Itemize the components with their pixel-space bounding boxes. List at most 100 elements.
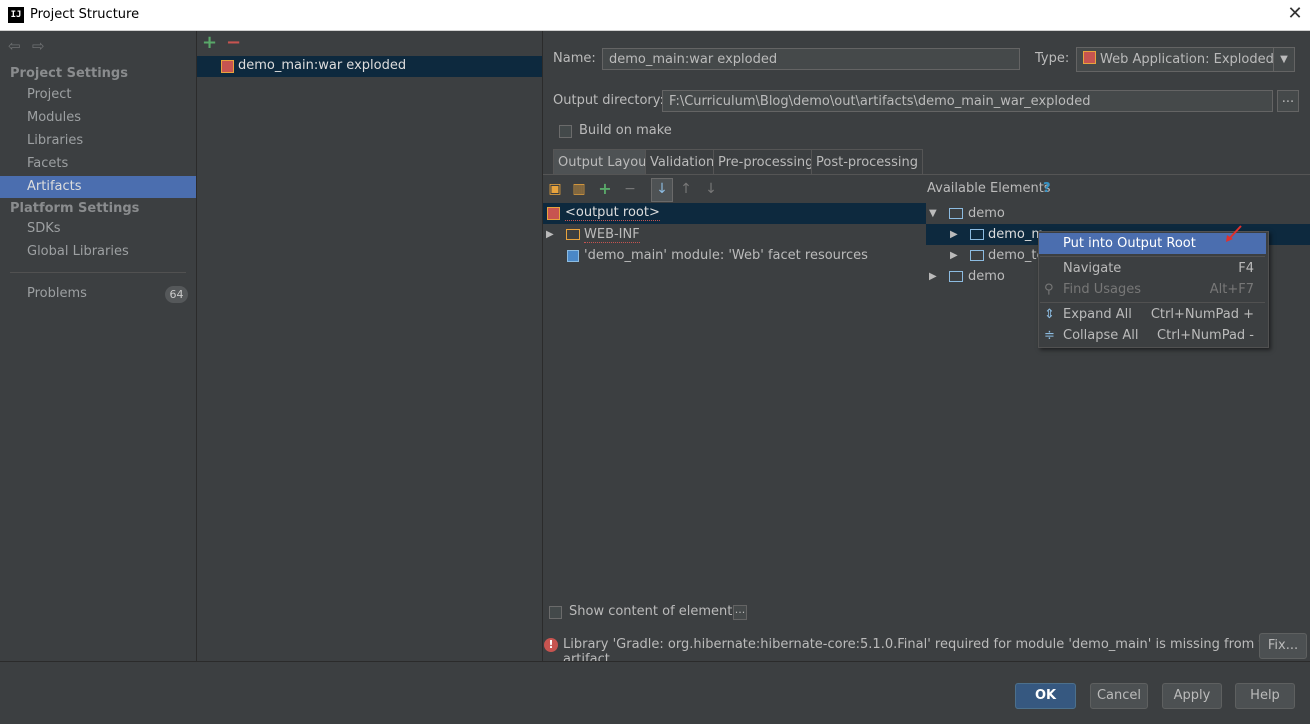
create-directory-icon[interactable]: ▣ <box>547 181 563 197</box>
back-arrow-icon[interactable]: ⇦ <box>8 37 21 55</box>
name-label: Name: <box>553 51 596 66</box>
artifact-type-select[interactable]: Web Application: Exploded ▼ <box>1076 47 1295 72</box>
module-folder-icon <box>949 271 963 282</box>
project-settings-header: Project Settings <box>10 66 128 81</box>
collapse-arrow-icon[interactable]: ▼ <box>929 208 937 219</box>
facet-resources-label: 'demo_main' module: 'Web' facet resource… <box>584 248 868 263</box>
remove-artifact-button[interactable]: − <box>226 32 241 53</box>
menu-item-label: Navigate <box>1063 261 1122 276</box>
show-content-checkbox[interactable] <box>549 606 562 619</box>
context-menu: Put into Output Root Navigate F4 ⚲ Find … <box>1038 231 1269 348</box>
artifact-list-panel: + − demo_main:war exploded <box>197 31 543 661</box>
sidebar-item-artifacts[interactable]: Artifacts <box>0 176 196 198</box>
menu-item-shortcut: Ctrl+NumPad + <box>1150 307 1254 322</box>
sidebar-item-global-libraries[interactable]: Global Libraries <box>0 241 196 263</box>
output-directory-label: Output directory: <box>553 93 664 108</box>
remove-element-button[interactable]: − <box>622 181 638 197</box>
menu-item-expand-all[interactable]: ⇕ Expand All Ctrl+NumPad + <box>1039 304 1266 325</box>
sidebar-item-modules[interactable]: Modules <box>0 107 196 129</box>
menu-item-label: Collapse All <box>1063 328 1139 343</box>
intellij-logo-icon: IJ <box>8 7 24 23</box>
war-type-icon <box>1083 51 1096 64</box>
available-demo-label: demo <box>968 206 1005 221</box>
sidebar-item-facets[interactable]: Facets <box>0 153 196 175</box>
artifact-name-field[interactable]: demo_main:war exploded <box>602 48 1020 70</box>
sidebar-divider <box>10 272 186 273</box>
output-directory-field[interactable]: F:\Curriculum\Blog\demo\out\artifacts\de… <box>662 90 1273 112</box>
module-folder-icon <box>949 208 963 219</box>
expand-arrow-icon[interactable]: ▶ <box>929 271 937 282</box>
show-content-options-button[interactable]: ... <box>733 604 747 620</box>
add-artifact-button[interactable]: + <box>202 32 217 53</box>
menu-item-find-usages[interactable]: ⚲ Find Usages Alt+F7 <box>1039 279 1266 300</box>
war-artifact-icon <box>221 60 234 73</box>
create-archive-icon[interactable]: ▥ <box>571 181 587 197</box>
browse-output-directory-button[interactable]: ... <box>1277 90 1299 112</box>
menu-separator <box>1040 256 1265 257</box>
gift-icon <box>547 207 560 220</box>
apply-button[interactable]: Apply <box>1162 683 1222 709</box>
sidebar-item-project[interactable]: Project <box>0 84 196 106</box>
search-icon: ⚲ <box>1044 282 1054 297</box>
web-inf-row[interactable]: ▶ WEB-INF <box>543 224 926 245</box>
menu-item-label: Expand All <box>1063 307 1132 322</box>
available-demo-row[interactable]: ▼ demo <box>926 203 1310 224</box>
sort-elements-icon[interactable]: ↓ <box>651 178 673 202</box>
red-pointer-arrow-icon <box>1226 225 1242 242</box>
output-root-label: <output root> <box>565 205 660 221</box>
available-demo-test-label: demo_te <box>988 248 1045 263</box>
tab-post-processing[interactable]: Post-processing <box>811 149 923 175</box>
tab-divider <box>543 174 1310 175</box>
move-down-icon[interactable]: ↓ <box>703 181 719 197</box>
add-element-button[interactable]: + <box>597 181 613 197</box>
module-folder-icon <box>970 250 984 261</box>
expand-arrow-icon[interactable]: ▶ <box>546 229 554 240</box>
fix-button[interactable]: Fix... <box>1259 633 1307 659</box>
folder-icon <box>566 229 580 240</box>
show-content-label: Show content of elements <box>569 604 740 619</box>
title-bar: IJ Project Structure ✕ <box>0 0 1310 31</box>
expand-arrow-icon[interactable]: ▶ <box>950 250 958 261</box>
sidebar-item-libraries[interactable]: Libraries <box>0 130 196 152</box>
facet-resources-row[interactable]: 'demo_main' module: 'Web' facet resource… <box>543 245 926 266</box>
web-inf-label: WEB-INF <box>584 227 640 243</box>
expand-all-icon: ⇕ <box>1044 307 1055 322</box>
artifact-list-item[interactable]: demo_main:war exploded <box>197 56 542 77</box>
available-elements-title: Available Elements <box>927 181 1051 196</box>
menu-item-label: Find Usages <box>1063 282 1142 297</box>
build-on-make-checkbox[interactable] <box>559 125 572 138</box>
help-question-icon[interactable]: ? <box>1043 181 1051 196</box>
build-on-make-label: Build on make <box>579 123 672 138</box>
problems-count-badge: 64 <box>165 286 188 303</box>
output-root-row[interactable]: <output root> <box>543 203 926 224</box>
sidebar-item-sdks[interactable]: SDKs <box>0 218 196 240</box>
menu-item-navigate[interactable]: Navigate F4 <box>1039 258 1266 279</box>
tab-validation[interactable]: Validation <box>645 149 720 175</box>
available-demo-module-label: demo <box>968 269 1005 284</box>
settings-sidebar: ⇦ ⇨ Project Settings Project Modules Lib… <box>0 31 197 661</box>
forward-arrow-icon[interactable]: ⇨ <box>32 37 45 55</box>
expand-arrow-icon[interactable]: ▶ <box>950 229 958 240</box>
available-demo-main-label: demo_m <box>988 227 1045 242</box>
chevron-down-icon[interactable]: ▼ <box>1273 48 1294 71</box>
menu-item-shortcut: F4 <box>1238 261 1254 276</box>
move-up-icon[interactable]: ↑ <box>678 181 694 197</box>
menu-item-shortcut: Ctrl+NumPad - <box>1157 328 1254 343</box>
close-window-button[interactable]: ✕ <box>1284 3 1306 25</box>
help-button[interactable]: Help <box>1235 683 1295 709</box>
menu-item-shortcut: Alt+F7 <box>1209 282 1254 297</box>
platform-settings-header: Platform Settings <box>10 201 140 216</box>
tab-pre-processing[interactable]: Pre-processing <box>713 149 819 175</box>
menu-item-label: Put into Output Root <box>1063 236 1196 251</box>
window-title: Project Structure <box>30 7 140 22</box>
artifact-name: demo_main:war exploded <box>238 58 407 73</box>
cancel-button[interactable]: Cancel <box>1090 683 1148 709</box>
type-label: Type: <box>1035 51 1070 66</box>
ok-button[interactable]: OK <box>1015 683 1076 709</box>
web-facet-icon <box>567 250 579 262</box>
tab-output-layout[interactable]: Output Layout <box>553 149 657 175</box>
menu-item-collapse-all[interactable]: ≑ Collapse All Ctrl+NumPad - <box>1039 325 1266 346</box>
artifact-type-value: Web Application: Exploded <box>1100 52 1274 67</box>
menu-separator <box>1040 302 1265 303</box>
module-folder-icon <box>970 229 984 240</box>
